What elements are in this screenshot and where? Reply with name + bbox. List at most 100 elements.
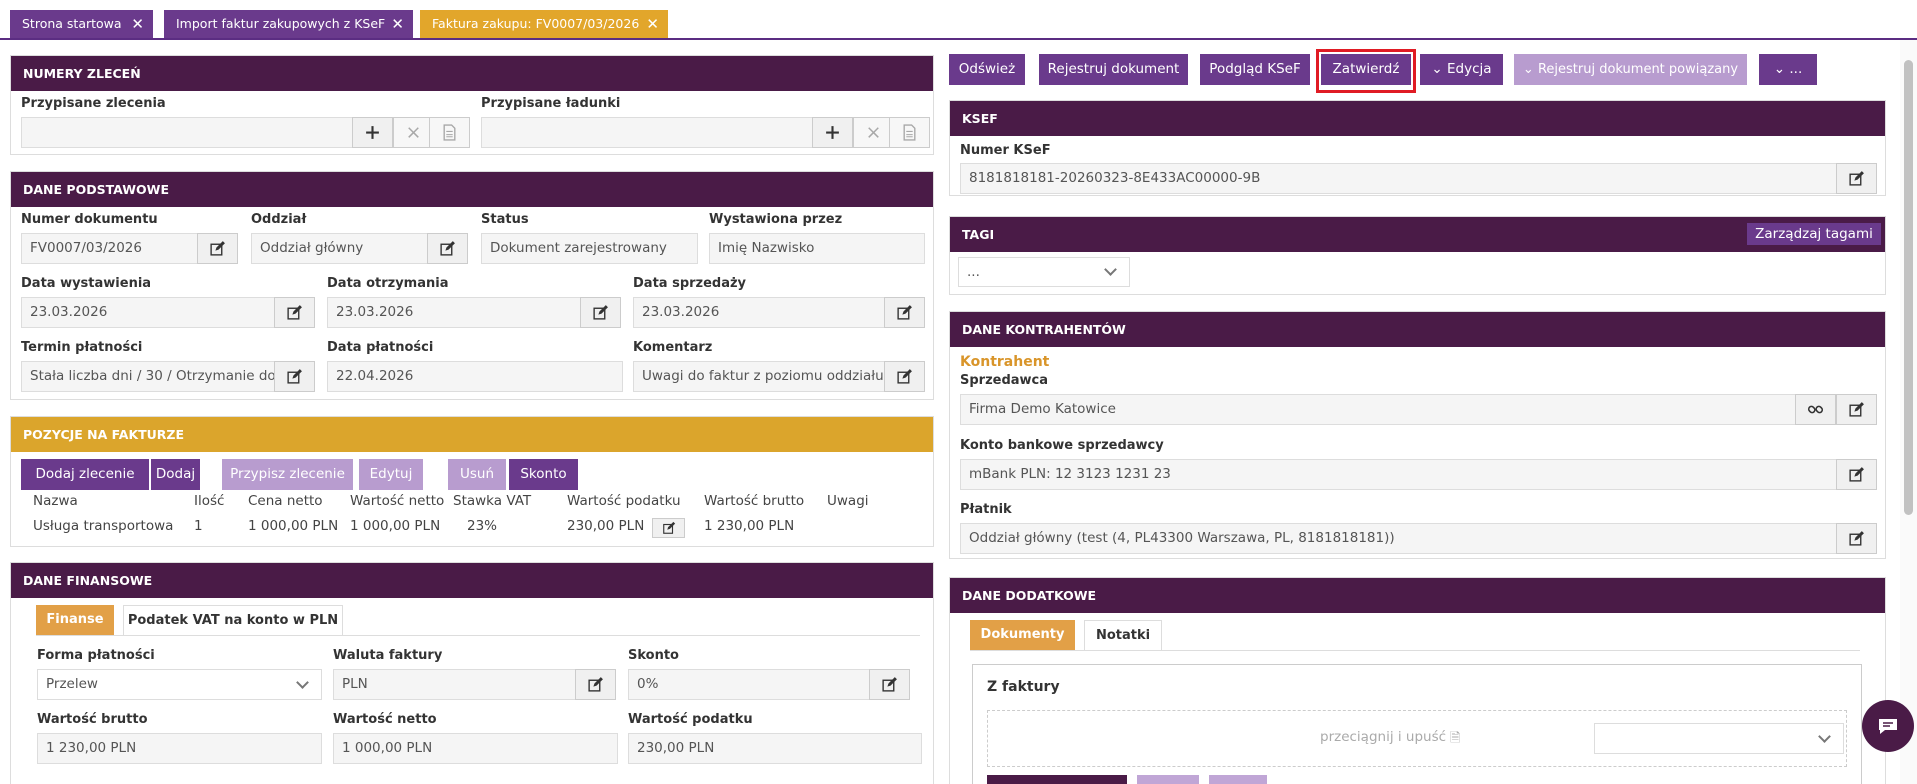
link-icon bbox=[1807, 405, 1824, 414]
edycja-button[interactable]: ⌄ Edycja bbox=[1420, 54, 1503, 85]
data-otrzymania-field[interactable]: 23.03.2026 bbox=[327, 297, 591, 328]
ladunki-field[interactable] bbox=[481, 117, 823, 148]
tab-finanse[interactable]: Finanse bbox=[36, 605, 114, 635]
zarzadzaj-tagami-button[interactable]: Zarządzaj tagami bbox=[1747, 223, 1881, 245]
column-header: Wartość podatku bbox=[567, 493, 681, 509]
skonto-field[interactable]: 0% bbox=[628, 669, 873, 700]
action-button[interactable] bbox=[1137, 775, 1199, 784]
edit-icon bbox=[287, 305, 302, 320]
edit-button[interactable] bbox=[1836, 163, 1877, 194]
termin-platnosci-field[interactable]: Stała liczba dni / 30 / Otrzymanie dokum… bbox=[21, 361, 285, 392]
sprzedawca-field[interactable]: Firma Demo Katowice bbox=[960, 394, 1806, 425]
edit-button[interactable] bbox=[575, 669, 616, 700]
app-root: Strona startowa ✕ Import faktur zakupowy… bbox=[0, 0, 1917, 784]
close-icon[interactable]: ✕ bbox=[646, 10, 659, 38]
tab-strona-startowa[interactable]: Strona startowa ✕ bbox=[10, 10, 153, 38]
tab-faktura-zakupu[interactable]: Faktura zakupu: FV0007/03/2026 ✕ bbox=[420, 10, 668, 38]
edit-button[interactable] bbox=[274, 361, 315, 392]
odswiez-button[interactable]: Odśwież bbox=[949, 54, 1025, 85]
edit-button[interactable] bbox=[884, 297, 925, 328]
dropzone[interactable]: przeciągnij i upuść 🗎 bbox=[987, 710, 1847, 767]
data-wystawienia-field[interactable]: 23.03.2026 bbox=[21, 297, 285, 328]
close-icon[interactable]: ✕ bbox=[131, 10, 144, 38]
edytuj-button[interactable]: Edytuj bbox=[359, 459, 423, 490]
platnik-field[interactable]: Oddział główny (test (4, PL43300 Warszaw… bbox=[960, 523, 1846, 554]
field-label: Komentarz bbox=[633, 340, 713, 355]
usun-button[interactable]: Usuń bbox=[448, 459, 506, 490]
forma-platnosci-select[interactable]: Przelew bbox=[37, 669, 322, 700]
tab-podatek-vat[interactable]: Podatek VAT na konto w PLN bbox=[123, 605, 343, 635]
field-label: Przypisane ładunki bbox=[481, 96, 621, 111]
remove-ladunek-button[interactable] bbox=[853, 117, 894, 148]
edit-button[interactable] bbox=[869, 669, 910, 700]
document-icon-button[interactable] bbox=[889, 117, 930, 148]
podglad-ksef-button[interactable]: Podgląd KSeF bbox=[1200, 54, 1310, 85]
edit-button[interactable] bbox=[580, 297, 621, 328]
table-cell: 230,00 PLN bbox=[567, 518, 645, 534]
chat-button[interactable] bbox=[1862, 700, 1914, 752]
tab-import-ksef[interactable]: Import faktur zakupowych z KSeF ✕ bbox=[164, 10, 413, 38]
field-label: Wartość brutto bbox=[37, 712, 148, 727]
close-icon[interactable]: ✕ bbox=[391, 10, 404, 38]
field-label: Skonto bbox=[628, 648, 679, 663]
add-ladunek-button[interactable] bbox=[812, 117, 853, 148]
edit-button[interactable] bbox=[427, 233, 468, 264]
field-label: Wartość netto bbox=[333, 712, 437, 727]
select-value: ... bbox=[967, 264, 980, 280]
waluta-field[interactable]: PLN bbox=[333, 669, 578, 700]
zlecenia-field[interactable] bbox=[21, 117, 363, 148]
data-sprzedazy-field[interactable]: 23.03.2026 bbox=[633, 297, 895, 328]
rejestruj-powiazany-button[interactable]: ⌄ Rejestruj dokument powiązany bbox=[1514, 54, 1747, 85]
edit-vat-button[interactable] bbox=[652, 518, 685, 538]
dropzone-select[interactable] bbox=[1594, 723, 1844, 754]
button-label: Edycja bbox=[1447, 61, 1492, 77]
dodaj-zlecenie-button[interactable]: Dodaj zlecenie bbox=[21, 459, 149, 490]
edit-button[interactable] bbox=[197, 233, 238, 264]
scrollbar-thumb[interactable] bbox=[1904, 60, 1913, 515]
tab-dokumenty[interactable]: Dokumenty bbox=[970, 620, 1075, 650]
komentarz-field[interactable]: Uwagi do faktur z poziomu oddziału bbox=[633, 361, 895, 392]
z-faktury-box: Z faktury przeciągnij i upuść 🗎 bbox=[972, 664, 1862, 784]
document-icon bbox=[443, 124, 456, 141]
table-cell: 1 000,00 PLN bbox=[248, 518, 339, 534]
edit-button[interactable] bbox=[1836, 394, 1877, 425]
action-button[interactable] bbox=[1209, 775, 1267, 784]
table-cell: 23% bbox=[467, 518, 498, 534]
dodaj-button[interactable]: Dodaj bbox=[151, 459, 200, 490]
skonto-button[interactable]: Skonto bbox=[509, 459, 578, 490]
wartosc-netto-field: 1 000,00 PLN bbox=[333, 733, 618, 764]
rejestruj-dokument-button[interactable]: Rejestruj dokument bbox=[1039, 54, 1188, 85]
field-label: Wartość podatku bbox=[628, 712, 753, 727]
numer-ksef-field[interactable]: 8181818181-20260323-8E433AC00000-9B bbox=[960, 163, 1846, 194]
edit-icon bbox=[1849, 467, 1864, 482]
panel-ksef: KSEF Numer KSeF 8181818181-20260323-8E43… bbox=[949, 100, 1886, 196]
panel-header: KSEF bbox=[950, 101, 1885, 136]
konto-bankowe-field[interactable]: mBank PLN: 12 3123 1231 23 bbox=[960, 459, 1846, 490]
panel-header: DANE DODATKOWE bbox=[950, 578, 1885, 613]
tab-divider bbox=[36, 635, 920, 636]
upload-button[interactable] bbox=[987, 775, 1127, 784]
przypisz-zlecenie-button[interactable]: Przypisz zlecenie bbox=[222, 459, 353, 490]
oddzial-field[interactable]: Oddział główny bbox=[251, 233, 438, 264]
edit-button[interactable] bbox=[1836, 523, 1877, 554]
table-cell[interactable]: Usługa transportowa bbox=[33, 518, 173, 534]
remove-zlecenie-button[interactable] bbox=[393, 117, 434, 148]
add-zlecenie-button[interactable] bbox=[352, 117, 393, 148]
tagi-select[interactable]: ... bbox=[958, 257, 1130, 287]
document-icon-button[interactable] bbox=[429, 117, 470, 148]
link-button[interactable] bbox=[1795, 394, 1836, 425]
numer-dokumentu-field[interactable]: FV0007/03/2026 bbox=[21, 233, 208, 264]
tab-notatki[interactable]: Notatki bbox=[1084, 620, 1162, 650]
field-label: Numer dokumentu bbox=[21, 212, 158, 227]
scrollbar[interactable] bbox=[1900, 40, 1917, 784]
panel-header: NUMERY ZLECEŃ bbox=[11, 56, 933, 91]
more-actions-button[interactable]: ⌄ ... bbox=[1759, 54, 1817, 85]
edit-button[interactable] bbox=[274, 297, 315, 328]
edit-button[interactable] bbox=[884, 361, 925, 392]
button-label: ... bbox=[1789, 61, 1803, 77]
edit-button[interactable] bbox=[1836, 459, 1877, 490]
panel-header: DANE PODSTAWOWE bbox=[11, 172, 933, 207]
edit-icon bbox=[210, 241, 225, 256]
panel-dane-dodatkowe: DANE DODATKOWE Dokumenty Notatki Z faktu… bbox=[949, 577, 1886, 784]
field-label: Data płatności bbox=[327, 340, 434, 355]
